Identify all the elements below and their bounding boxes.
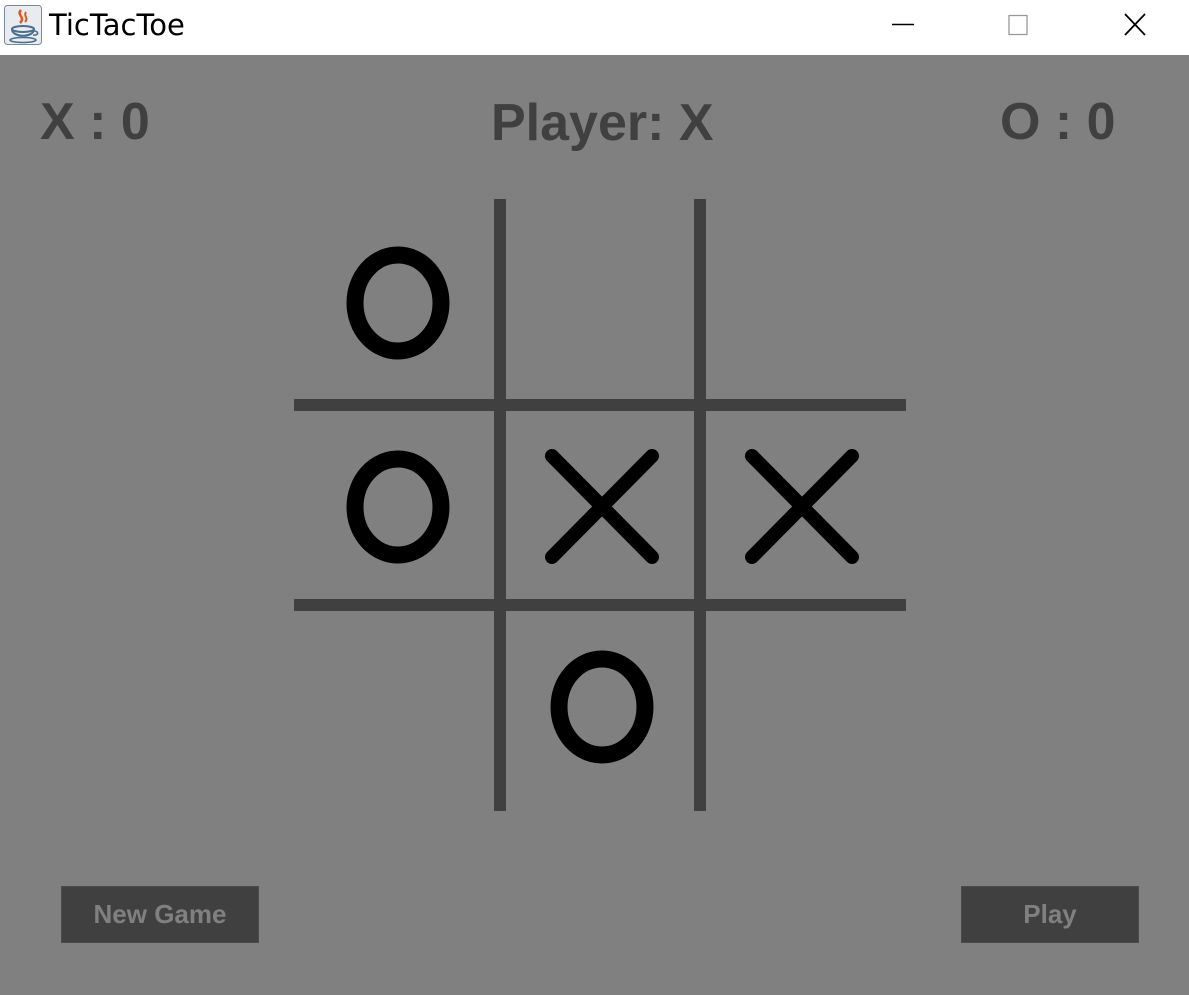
o-score: O : 0	[1000, 93, 1116, 151]
window-title: TicTacToe	[49, 8, 185, 42]
x-mark	[545, 449, 659, 564]
board-cell[interactable]	[500, 201, 700, 401]
minimize-icon	[892, 23, 914, 26]
close-button[interactable]	[1100, 0, 1170, 50]
o-mark	[346, 246, 450, 360]
board-cell[interactable]	[296, 605, 496, 805]
new-game-button[interactable]: New Game	[61, 886, 259, 943]
board-cell[interactable]	[296, 405, 496, 605]
board-cell[interactable]	[700, 201, 900, 401]
x-mark	[745, 449, 859, 564]
x-score: X : 0	[40, 93, 150, 151]
board-cell[interactable]	[296, 201, 496, 401]
o-mark	[346, 450, 450, 564]
maximize-icon	[1008, 14, 1028, 36]
o-mark	[550, 650, 654, 764]
board-cell[interactable]	[500, 405, 700, 605]
play-button[interactable]: Play	[961, 886, 1139, 943]
maximize-button[interactable]	[983, 0, 1053, 50]
title-bar: TicTacToe	[0, 0, 1189, 55]
board-cell[interactable]	[700, 605, 900, 805]
close-icon	[1124, 13, 1146, 36]
minimize-button[interactable]	[868, 0, 938, 50]
board-cell[interactable]	[700, 405, 900, 605]
current-player: Player: X	[491, 94, 714, 152]
java-cup-icon	[4, 5, 42, 45]
board-cell[interactable]	[500, 605, 700, 805]
game-board	[294, 199, 906, 811]
game-panel: X : 0 Player: X O : 0 New Game Play	[0, 55, 1189, 995]
